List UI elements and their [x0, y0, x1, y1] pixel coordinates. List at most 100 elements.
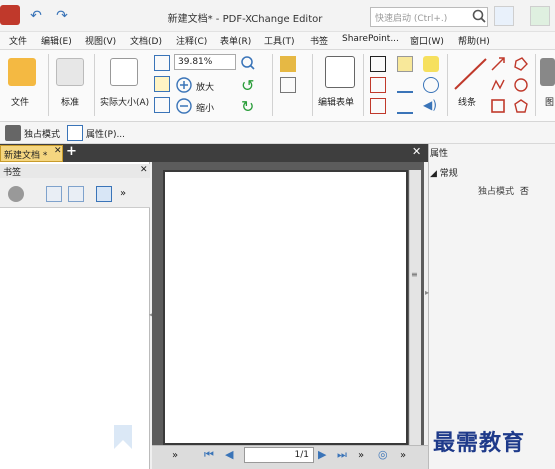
- fullscreen-button[interactable]: [530, 6, 550, 26]
- zoom-tool-icon[interactable]: [240, 55, 256, 71]
- previous-page-icon[interactable]: ◀: [225, 448, 233, 461]
- property-value[interactable]: 否: [520, 187, 529, 197]
- file-button-label[interactable]: 文件: [11, 95, 29, 108]
- menu-comment[interactable]: 注释(C): [176, 34, 207, 48]
- highlight-text-icon[interactable]: [397, 56, 413, 72]
- search-icon[interactable]: [471, 8, 487, 24]
- zoom-out-icon[interactable]: [176, 98, 192, 114]
- actual-size-icon[interactable]: [110, 58, 138, 86]
- menu-sharepoint[interactable]: SharePoint...: [342, 34, 399, 48]
- menu-form[interactable]: 表单(R): [220, 34, 251, 48]
- fit-visible-icon[interactable]: [154, 97, 170, 113]
- text-field-icon[interactable]: [280, 77, 296, 93]
- folder-icon[interactable]: [8, 58, 36, 86]
- zoom-out-label[interactable]: 缩小: [196, 101, 214, 114]
- properties-section-label: 常规: [439, 169, 458, 179]
- bookmark-collapse-icon[interactable]: [68, 186, 84, 202]
- properties-title: 属性: [430, 149, 449, 159]
- close-document-icon[interactable]: ✕: [412, 145, 421, 158]
- zoom-in-label[interactable]: 放大: [196, 80, 214, 93]
- properties-row[interactable]: 独占模式 否: [430, 184, 555, 198]
- stamp-icon[interactable]: [540, 58, 555, 86]
- undo-icon[interactable]: ↶: [26, 8, 46, 24]
- crown-icon: [5, 125, 21, 141]
- properties-splitter-grip[interactable]: ▸: [425, 288, 429, 297]
- document-tab-strip: [0, 144, 428, 162]
- rotate-right-icon[interactable]: ↻: [241, 97, 254, 116]
- menu-bookmarks[interactable]: 书签: [310, 34, 328, 48]
- standard-button-label[interactable]: 标准: [61, 95, 79, 108]
- sub-toolbar: [0, 122, 555, 144]
- redo-icon[interactable]: ↷: [52, 8, 72, 24]
- fit-page-icon[interactable]: [154, 55, 170, 71]
- menu-tools[interactable]: 工具(T): [264, 34, 295, 48]
- menu-edit[interactable]: 编辑(E): [41, 34, 72, 48]
- underline-text-icon[interactable]: [397, 77, 413, 93]
- close-panel-icon[interactable]: ✕: [140, 165, 148, 175]
- edit-form-label[interactable]: 编辑表单: [318, 95, 354, 108]
- add-bookmark-icon[interactable]: [96, 186, 112, 202]
- ribbon-separator: [94, 54, 95, 116]
- typewriter-icon[interactable]: [370, 56, 386, 72]
- menu-file[interactable]: 文件: [9, 34, 27, 48]
- image-label[interactable]: 图: [545, 95, 554, 108]
- collapse-section-icon[interactable]: ◢: [430, 169, 440, 179]
- layout-options-button[interactable]: [494, 6, 514, 26]
- menu-help[interactable]: 帮助(H): [458, 34, 490, 48]
- properties-icon[interactable]: [67, 125, 83, 141]
- rectangle-tool-icon[interactable]: [490, 98, 506, 114]
- next-page-icon[interactable]: ▶: [318, 448, 326, 461]
- callout-icon[interactable]: [370, 98, 386, 114]
- vertical-scrollbar[interactable]: [409, 170, 421, 445]
- more-nav-icon[interactable]: »: [172, 450, 178, 461]
- edit-form-icon[interactable]: [325, 56, 355, 88]
- menu-view[interactable]: 视图(V): [85, 34, 116, 48]
- close-tab-icon[interactable]: ✕: [54, 146, 62, 156]
- polygon-tool-icon[interactable]: [513, 56, 529, 72]
- zoom-in-icon[interactable]: [176, 77, 192, 93]
- document-tab-label: 新建文档 *: [4, 151, 48, 161]
- zoom-level-field[interactable]: 39.81%: [174, 54, 236, 70]
- strikeout-text-icon[interactable]: [397, 98, 413, 114]
- hand-tool-icon[interactable]: [56, 58, 84, 86]
- fit-width-icon[interactable]: [154, 76, 170, 92]
- sticky-note-icon[interactable]: [423, 56, 439, 72]
- bookmark-expand-icon[interactable]: [46, 186, 62, 202]
- ribbon-separator: [535, 54, 536, 116]
- arrow-tool-icon[interactable]: [490, 56, 506, 72]
- properties-button[interactable]: 属性(P)...: [86, 127, 125, 140]
- bookmarks-title: 书签: [3, 168, 22, 178]
- sound-icon[interactable]: ◀): [423, 98, 439, 114]
- line-tool-icon[interactable]: [452, 56, 490, 92]
- ribbon-separator: [48, 54, 49, 116]
- more-tools-icon[interactable]: »: [120, 188, 126, 199]
- first-page-icon[interactable]: ⏮: [204, 448, 214, 462]
- bookmark-options-icon[interactable]: [8, 186, 24, 202]
- document-page[interactable]: [163, 170, 408, 445]
- ribbon-separator: [312, 54, 313, 116]
- menu-window[interactable]: 窗口(W): [410, 34, 444, 48]
- textbox-icon[interactable]: [370, 77, 386, 93]
- last-page-icon[interactable]: ⏭: [337, 448, 347, 462]
- actual-size-button-label[interactable]: 实际大小(A): [100, 95, 149, 108]
- menu-document[interactable]: 文档(D): [130, 34, 162, 48]
- bookmarks-header: 书签: [0, 164, 150, 178]
- new-tab-button[interactable]: +: [66, 144, 77, 159]
- page-number-field[interactable]: 1/1: [244, 447, 314, 463]
- property-name: 独占模式: [477, 187, 514, 197]
- rotate-left-icon[interactable]: ↺: [241, 76, 254, 95]
- pen-tool-icon[interactable]: [280, 56, 296, 72]
- exclusive-mode-button[interactable]: 独占模式: [24, 127, 60, 140]
- attach-file-icon[interactable]: [423, 77, 439, 93]
- app-logo-icon[interactable]: [0, 5, 20, 25]
- ribbon-separator: [447, 54, 448, 116]
- properties-section[interactable]: ◢ 常规: [430, 166, 555, 180]
- lines-label[interactable]: 线条: [458, 95, 476, 108]
- scroll-thumb-grip[interactable]: ≡: [411, 270, 418, 279]
- nav-back-icon[interactable]: »: [358, 450, 364, 461]
- view-options-icon[interactable]: »: [400, 450, 406, 461]
- polyline-tool-icon[interactable]: [490, 77, 506, 93]
- nav-history-icon[interactable]: ◎: [378, 448, 388, 461]
- cloud-tool-icon[interactable]: [513, 77, 529, 93]
- pentagon-tool-icon[interactable]: [513, 98, 529, 114]
